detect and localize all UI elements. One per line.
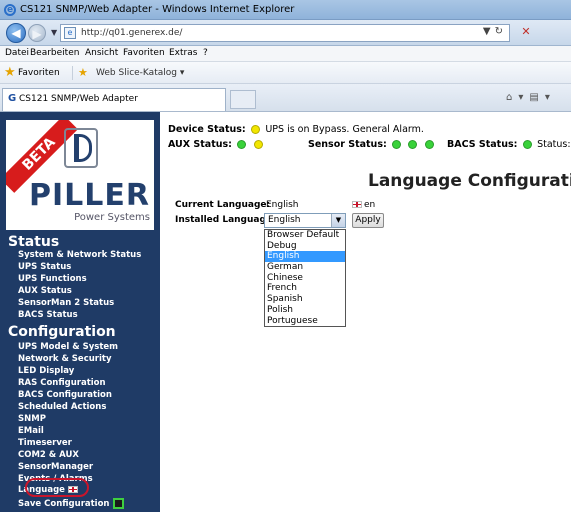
language-code-text: en bbox=[364, 200, 376, 210]
tab-title: CS121 SNMP/Web Adapter bbox=[19, 94, 138, 104]
menu-help[interactable]: ? bbox=[203, 48, 208, 58]
add-favorite-icon[interactable]: ★ bbox=[78, 66, 88, 79]
divider bbox=[72, 66, 73, 80]
web-slice-gallery-link[interactable]: Web Slice-Katalog ▾ bbox=[96, 68, 184, 78]
language-select-value: English bbox=[268, 215, 301, 225]
device-status-label: Device Status: bbox=[168, 124, 246, 135]
back-button[interactable]: ◀ bbox=[6, 23, 26, 43]
sensor-status-label: Sensor Status: bbox=[308, 139, 387, 150]
uk-flag-icon bbox=[352, 201, 362, 208]
bacs-status-label: BACS Status: bbox=[447, 139, 518, 150]
sidebar-item-save-configuration[interactable]: Save Configuration bbox=[18, 498, 125, 509]
favorites-star-icon[interactable]: ★ bbox=[4, 65, 16, 80]
language-option-selected[interactable]: English bbox=[265, 251, 345, 263]
language-option[interactable]: Spanish bbox=[265, 294, 345, 305]
menu-view[interactable]: Ansicht bbox=[85, 48, 118, 58]
forward-button[interactable]: ▶ bbox=[28, 24, 46, 42]
device-status-text: UPS is on Bypass. General Alarm. bbox=[265, 124, 424, 135]
sidebar-item-com2-aux[interactable]: COM2 & AUX bbox=[18, 450, 79, 460]
chevron-down-icon[interactable]: ▼ bbox=[331, 214, 345, 227]
save-icon bbox=[113, 498, 125, 509]
aux-status-label: AUX Status: bbox=[168, 139, 232, 150]
tab-row: G CS121 SNMP/Web Adapter ⌂▾▤▾ bbox=[0, 84, 571, 112]
sidebar-item-network-security[interactable]: Network & Security bbox=[18, 354, 112, 364]
favorites-button[interactable]: Favoriten bbox=[18, 68, 60, 78]
window-title-bar: e CS121 SNMP/Web Adapter - Windows Inter… bbox=[0, 0, 571, 20]
bacs-status-text: Status: Floa bbox=[537, 139, 571, 150]
bacs-status: BACS Status: Status: Floa bbox=[447, 139, 571, 150]
configuration-section-heading: Configuration bbox=[8, 324, 116, 340]
sidebar-item-email[interactable]: EMail bbox=[18, 426, 44, 436]
aux-led-1-icon bbox=[237, 140, 247, 149]
aux-status: AUX Status: bbox=[168, 139, 265, 150]
bacs-led-icon bbox=[522, 140, 532, 149]
language-option[interactable]: Debug bbox=[265, 241, 345, 252]
sensor-led-3-icon bbox=[424, 140, 434, 149]
new-tab-button[interactable] bbox=[230, 90, 256, 109]
sensor-led-1-icon bbox=[392, 140, 402, 149]
url-text: http://q01.generex.de/ bbox=[81, 28, 183, 38]
history-dropdown-icon[interactable]: ▼ bbox=[51, 28, 57, 37]
window-title: CS121 SNMP/Web Adapter - Windows Interne… bbox=[20, 4, 295, 15]
menu-edit[interactable]: Bearbeiten bbox=[30, 48, 79, 58]
ie-logo-icon: e bbox=[4, 4, 16, 16]
language-option[interactable]: French bbox=[265, 283, 345, 294]
language-option[interactable]: Polish bbox=[265, 305, 345, 316]
url-field[interactable]: e http://q01.generex.de/ ▼↻ bbox=[60, 24, 510, 42]
current-language-label: Current Language: bbox=[175, 200, 271, 210]
current-language-value: English bbox=[266, 200, 299, 210]
sidebar-item-led-display[interactable]: LED Display bbox=[18, 366, 74, 376]
url-tools-icons[interactable]: ▼↻ bbox=[483, 26, 507, 37]
brand-tagline: Power Systems bbox=[74, 212, 150, 223]
apply-button[interactable]: Apply bbox=[352, 213, 384, 228]
sidebar-item-scheduled-actions[interactable]: Scheduled Actions bbox=[18, 402, 106, 412]
sidebar-item-sensormanager[interactable]: SensorManager bbox=[18, 462, 93, 472]
language-highlight-circle bbox=[25, 478, 89, 497]
sidebar-item-ups-status[interactable]: UPS Status bbox=[18, 262, 71, 272]
stop-icon[interactable]: ✕ bbox=[519, 25, 533, 39]
language-option[interactable]: Portuguese bbox=[265, 316, 345, 327]
status-section-heading: Status bbox=[8, 234, 60, 250]
sidebar-item-ups-functions[interactable]: UPS Functions bbox=[18, 274, 87, 284]
site-favicon-icon: G bbox=[8, 93, 17, 104]
sensor-status: Sensor Status: bbox=[308, 139, 436, 150]
sensor-led-2-icon bbox=[408, 140, 418, 149]
toolbar-tools-icons[interactable]: ⌂▾▤▾ bbox=[506, 92, 556, 103]
device-status: Device Status: UPS is on Bypass. General… bbox=[168, 124, 424, 135]
current-language-code: en bbox=[352, 200, 375, 210]
language-dropdown-list: Browser Default Debug English German Chi… bbox=[264, 229, 346, 327]
device-status-led-icon bbox=[251, 125, 261, 134]
sidebar-item-bacs-status[interactable]: BACS Status bbox=[18, 310, 78, 320]
sidebar-item-sensorman-status[interactable]: SensorMan 2 Status bbox=[18, 298, 114, 308]
piller-logo: BETA PILLER Power Systems bbox=[6, 120, 154, 230]
sidebar-item-timeserver[interactable]: Timeserver bbox=[18, 438, 72, 448]
sidebar-item-aux-status[interactable]: AUX Status bbox=[18, 286, 72, 296]
page-icon: e bbox=[64, 27, 76, 39]
language-option[interactable]: German bbox=[265, 262, 345, 273]
language-option[interactable]: Chinese bbox=[265, 273, 345, 284]
browser-tab-active[interactable]: G CS121 SNMP/Web Adapter bbox=[2, 88, 226, 111]
sidebar-item-ras-configuration[interactable]: RAS Configuration bbox=[18, 378, 106, 388]
sidebar-item-bacs-configuration[interactable]: BACS Configuration bbox=[18, 390, 112, 400]
brand-name: PILLER bbox=[29, 178, 150, 213]
piller-logo-mark-icon bbox=[64, 128, 100, 170]
menu-favorites[interactable]: Favoriten bbox=[123, 48, 165, 58]
language-option[interactable]: Browser Default bbox=[265, 230, 345, 241]
favorites-bar: ★ Favoriten ★ Web Slice-Katalog ▾ bbox=[0, 62, 571, 84]
menu-bar: Datei Bearbeiten Ansicht Favoriten Extra… bbox=[0, 46, 571, 62]
menu-extras[interactable]: Extras bbox=[169, 48, 197, 58]
sidebar-item-save-label: Save Configuration bbox=[18, 499, 110, 509]
aux-led-2-icon bbox=[253, 140, 263, 149]
sidebar-item-snmp[interactable]: SNMP bbox=[18, 414, 46, 424]
language-select[interactable]: English ▼ bbox=[264, 213, 346, 228]
address-bar: ◀ ▶ ▼ e http://q01.generex.de/ ▼↻ ✕ bbox=[0, 20, 571, 46]
sidebar-item-ups-model-system[interactable]: UPS Model & System bbox=[18, 342, 118, 352]
sidebar-item-system-network-status[interactable]: System & Network Status bbox=[18, 250, 141, 260]
page-title: Language Configuration bbox=[368, 171, 571, 191]
menu-file[interactable]: Datei bbox=[5, 48, 29, 58]
